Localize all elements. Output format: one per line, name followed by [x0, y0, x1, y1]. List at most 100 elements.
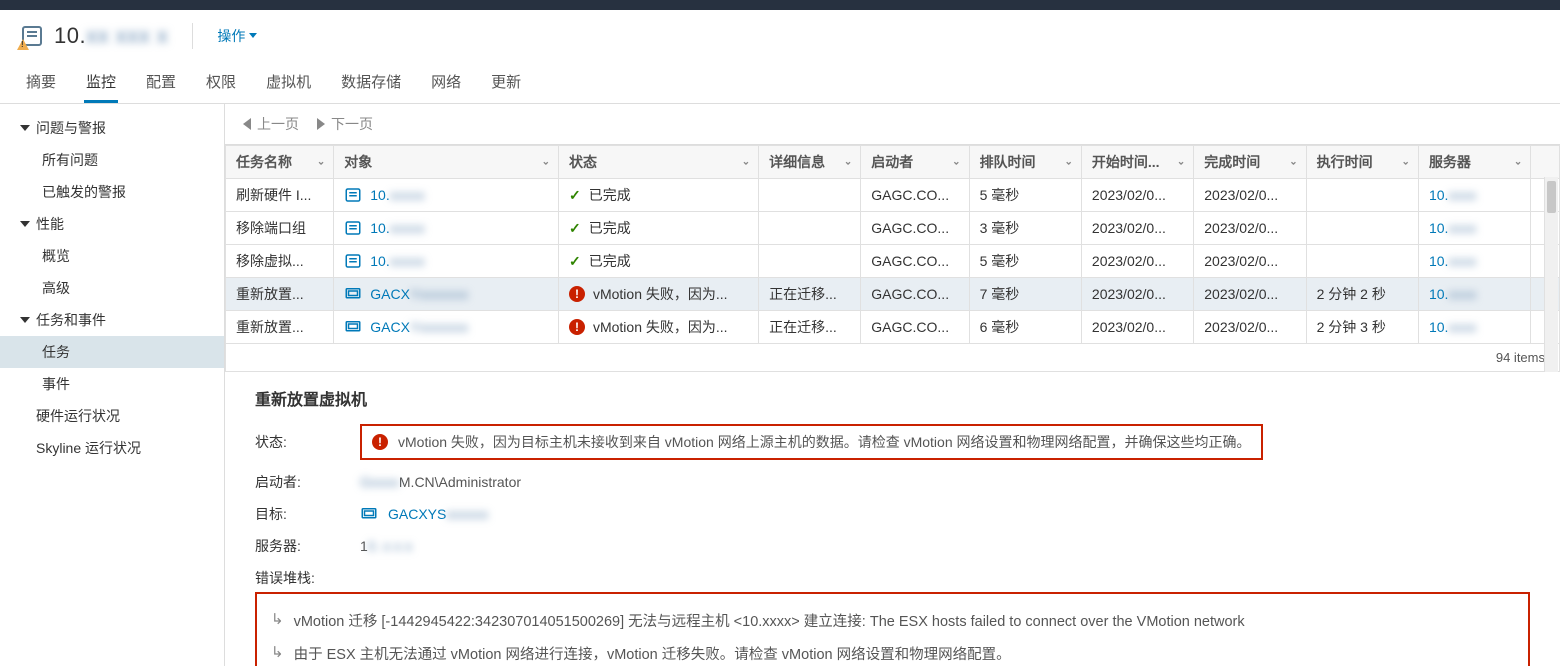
top-bar: [0, 0, 1560, 10]
cell-end: 2023/02/0...: [1194, 245, 1306, 278]
tab-3[interactable]: 权限: [204, 62, 238, 103]
cell-detail: [759, 212, 861, 245]
col-header-8[interactable]: 执行时间⌄: [1306, 146, 1418, 179]
error-icon: !: [372, 434, 388, 450]
details-initiator-label: 启动者:: [255, 472, 350, 492]
details-stack-label: 错误堆栈:: [255, 568, 350, 588]
sidebar-group-2[interactable]: 任务和事件: [0, 304, 224, 336]
table-row[interactable]: 重新放置...GACXYxxxxxxx!vMotion 失败，因为...正在迁移…: [226, 278, 1560, 311]
col-header-1[interactable]: 对象⌄: [334, 146, 559, 179]
cell-status: 已完成: [558, 179, 758, 212]
col-header-2[interactable]: 状态⌄: [558, 146, 758, 179]
cell-server[interactable]: 10.xxxx: [1418, 278, 1530, 311]
cell-dur: [1306, 245, 1418, 278]
actions-label: 操作: [217, 26, 245, 46]
cell-end: 2023/02/0...: [1194, 311, 1306, 344]
warning-badge-icon: [17, 39, 29, 50]
cell-initiator: GAGC.CO...: [861, 245, 969, 278]
cell-server[interactable]: 10.xxxx: [1418, 212, 1530, 245]
tab-7[interactable]: 更新: [489, 62, 523, 103]
sidebar-plain-1[interactable]: Skyline 运行状况: [0, 432, 224, 464]
error-icon: !: [569, 286, 585, 302]
tab-4[interactable]: 虚拟机: [264, 62, 313, 103]
actions-dropdown[interactable]: 操作: [217, 26, 257, 46]
details-server-label: 服务器:: [255, 536, 350, 556]
details-status-text: vMotion 失败，因为目标主机未接收到来自 vMotion 网络上源主机的数…: [398, 432, 1251, 452]
error-icon: !: [569, 319, 585, 335]
tab-5[interactable]: 数据存储: [339, 62, 403, 103]
col-header-6[interactable]: 开始时间...⌄: [1081, 146, 1193, 179]
cell-server[interactable]: 10.xxxx: [1418, 245, 1530, 278]
sort-icon: ⌄: [1289, 157, 1297, 168]
host-title: 10.xx xxx x: [54, 23, 168, 49]
table-row[interactable]: 移除端口组10.xxxxx已完成GAGC.CO...3 毫秒2023/02/0.…: [226, 212, 1560, 245]
table-row[interactable]: 移除虚拟...10.xxxxx已完成GAGC.CO...5 毫秒2023/02/…: [226, 245, 1560, 278]
sort-icon: ⌄: [952, 157, 960, 168]
sidebar-group-0[interactable]: 问题与警报: [0, 112, 224, 144]
main-panel: 上一页 下一页 任务名称⌄对象⌄状态⌄详细信息⌄启动者⌄排队时间⌄开始时间...…: [225, 104, 1560, 666]
cell-server[interactable]: 10.xxxx: [1418, 179, 1530, 212]
cell-start: 2023/02/0...: [1081, 179, 1193, 212]
cell-object[interactable]: 10.xxxxx: [334, 179, 559, 212]
cell-detail: 正在迁移...: [759, 311, 861, 344]
details-title: 重新放置虚拟机: [255, 386, 1530, 410]
cell-start: 2023/02/0...: [1081, 311, 1193, 344]
next-page-button[interactable]: 下一页: [317, 114, 373, 134]
col-header-scroll: [1531, 146, 1560, 179]
sort-icon: ⌄: [542, 157, 550, 168]
prev-page-button[interactable]: 上一页: [243, 114, 299, 134]
prev-page-label: 上一页: [257, 114, 299, 134]
sidebar-item-1-1[interactable]: 高级: [0, 272, 224, 304]
details-target-value[interactable]: GACXYSxxxxxx: [360, 505, 1530, 523]
cell-server[interactable]: 10.xxxx: [1418, 311, 1530, 344]
task-table-wrap: 任务名称⌄对象⌄状态⌄详细信息⌄启动者⌄排队时间⌄开始时间...⌄完成时间⌄执行…: [225, 144, 1560, 372]
sidebar-item-0-0[interactable]: 所有问题: [0, 144, 224, 176]
table-row[interactable]: 重新放置...GACXYxxxxxxx!vMotion 失败，因为...正在迁移…: [226, 311, 1560, 344]
tab-0[interactable]: 摘要: [24, 62, 58, 103]
tab-6[interactable]: 网络: [429, 62, 463, 103]
cell-status: 已完成: [558, 245, 758, 278]
sidebar-item-0-1[interactable]: 已触发的警报: [0, 176, 224, 208]
col-header-0[interactable]: 任务名称⌄: [226, 146, 334, 179]
tab-2[interactable]: 配置: [144, 62, 178, 103]
sidebar-plain-0[interactable]: 硬件运行状况: [0, 400, 224, 432]
cell-initiator: GAGC.CO...: [861, 311, 969, 344]
details-status-box: ! vMotion 失败，因为目标主机未接收到来自 vMotion 网络上源主机…: [360, 424, 1263, 460]
col-header-5[interactable]: 排队时间⌄: [969, 146, 1081, 179]
table-footer: 94 items: [225, 344, 1560, 372]
scroll-thumb[interactable]: [1547, 181, 1556, 213]
cell-task: 移除端口组: [226, 212, 334, 245]
cell-task: 移除虚拟...: [226, 245, 334, 278]
col-header-3[interactable]: 详细信息⌄: [759, 146, 861, 179]
caret-down-icon: [20, 221, 30, 227]
sidebar-item-2-0[interactable]: 任务: [0, 336, 224, 368]
table-row[interactable]: 刷新硬件 I...10.xxxxx已完成GAGC.CO...5 毫秒2023/0…: [226, 179, 1560, 212]
cell-object[interactable]: GACXYxxxxxxx: [334, 311, 559, 344]
cell-dur: [1306, 179, 1418, 212]
cell-queue: 3 毫秒: [969, 212, 1081, 245]
cell-object[interactable]: 10.xxxxx: [334, 245, 559, 278]
tab-1[interactable]: 监控: [84, 62, 118, 103]
col-header-4[interactable]: 启动者⌄: [861, 146, 969, 179]
error-stack-box: ↳vMotion 迁移 [-1442945422:342307014051500…: [255, 592, 1530, 666]
cell-task: 重新放置...: [226, 311, 334, 344]
sort-icon: ⌄: [1514, 157, 1522, 168]
chevron-down-icon: [249, 33, 257, 38]
cell-start: 2023/02/0...: [1081, 245, 1193, 278]
sidebar-item-1-0[interactable]: 概览: [0, 240, 224, 272]
cell-object[interactable]: 10.xxxxx: [334, 212, 559, 245]
details-initiator-value: GxxxxM.CN\Administrator: [360, 474, 1530, 490]
sidebar-item-2-1[interactable]: 事件: [0, 368, 224, 400]
cell-dur: 2 分钟 3 秒: [1306, 311, 1418, 344]
cell-task: 重新放置...: [226, 278, 334, 311]
caret-down-icon: [20, 125, 30, 131]
col-header-7[interactable]: 完成时间⌄: [1194, 146, 1306, 179]
cell-object[interactable]: GACXYxxxxxxx: [334, 278, 559, 311]
host-icon: [20, 24, 44, 48]
col-header-9[interactable]: 服务器⌄: [1418, 146, 1530, 179]
vm-icon: [360, 505, 378, 523]
details-target-label: 目标:: [255, 504, 350, 524]
sidebar-group-1[interactable]: 性能: [0, 208, 224, 240]
sort-icon: ⌄: [844, 157, 852, 168]
table-scrollbar[interactable]: [1544, 177, 1558, 372]
